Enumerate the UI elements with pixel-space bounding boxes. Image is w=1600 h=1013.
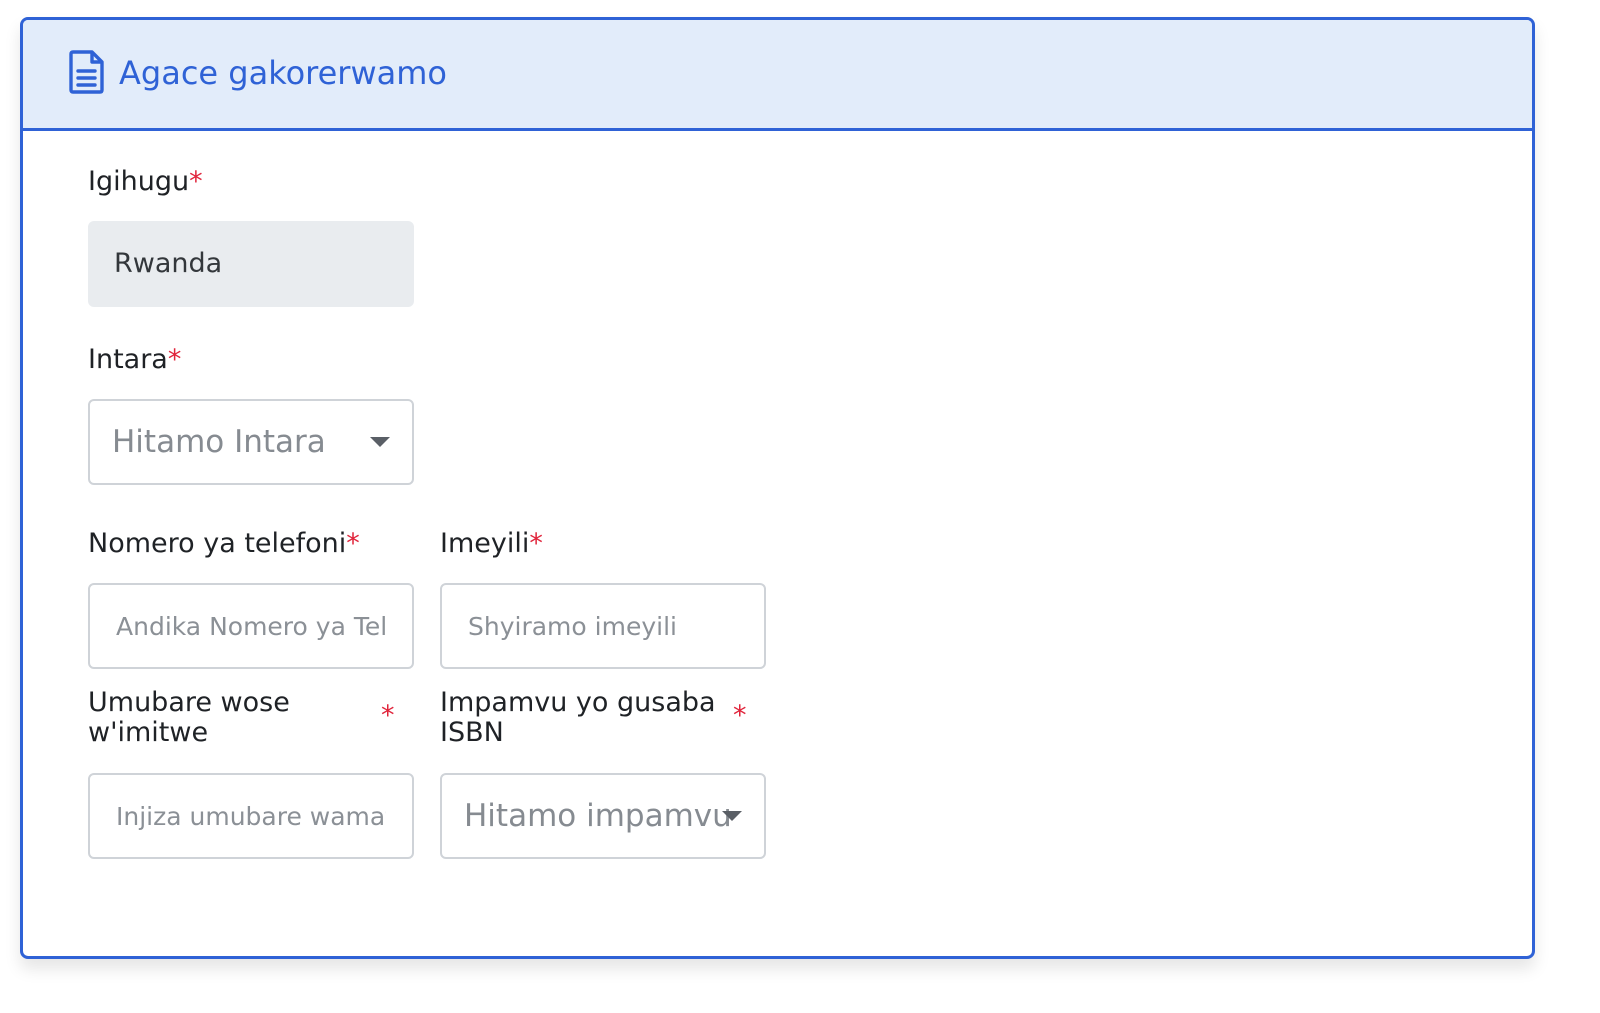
section-title: Agace gakorerwamo: [119, 54, 447, 92]
email-label: Imeyili*: [440, 528, 543, 559]
required-asterisk: *: [167, 344, 182, 375]
province-placeholder: Hitamo Intara: [112, 424, 326, 460]
phone-label: Nomero ya telefoni*: [88, 528, 360, 559]
titles-count-label: Umubare wose w'imitwe: [88, 687, 290, 748]
province-select[interactable]: Hitamo Intara: [88, 399, 414, 485]
required-asterisk: *: [529, 528, 543, 559]
section-header: Agace gakorerwamo: [23, 20, 1532, 131]
workspace-section-card: Agace gakorerwamo Igihugu* Rwanda Intara…: [20, 17, 1535, 959]
required-asterisk: *: [733, 700, 747, 731]
phone-input[interactable]: [90, 585, 412, 667]
required-asterisk: *: [189, 166, 203, 197]
required-asterisk: *: [381, 700, 395, 731]
country-value: Rwanda: [114, 248, 223, 279]
isbn-reason-select[interactable]: Hitamo impamvu: [440, 773, 766, 859]
titles-count-input[interactable]: [90, 775, 412, 857]
titles-count-input-box: [88, 773, 414, 859]
caret-down-icon: [370, 437, 390, 447]
email-input[interactable]: [442, 585, 764, 667]
phone-input-box: [88, 583, 414, 669]
document-icon: [69, 50, 104, 94]
province-label: Intara*: [88, 344, 182, 375]
isbn-reason-label: Impamvu yo gusaba ISBN: [440, 687, 716, 748]
email-input-box: [440, 583, 766, 669]
isbn-reason-placeholder: Hitamo impamvu: [464, 798, 732, 834]
caret-down-icon: [722, 811, 742, 821]
country-label: Igihugu*: [88, 166, 203, 197]
country-field: Rwanda: [88, 221, 414, 307]
required-asterisk: *: [346, 528, 360, 559]
